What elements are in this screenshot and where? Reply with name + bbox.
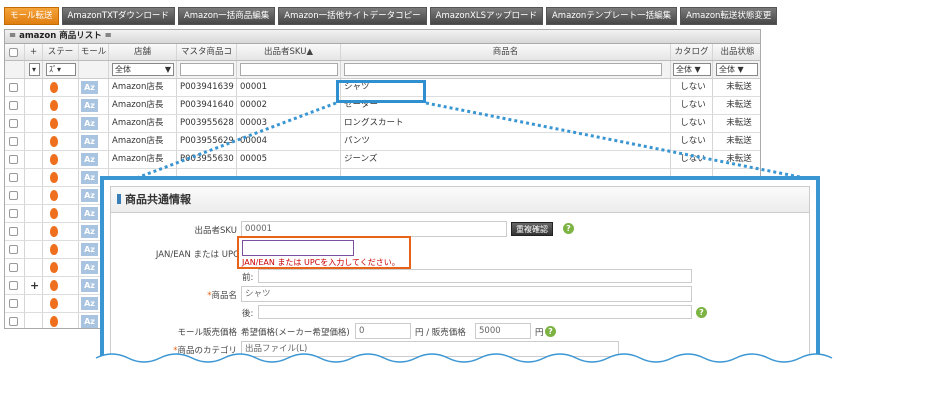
torn-edge xyxy=(95,353,833,409)
torn-line xyxy=(95,353,833,363)
